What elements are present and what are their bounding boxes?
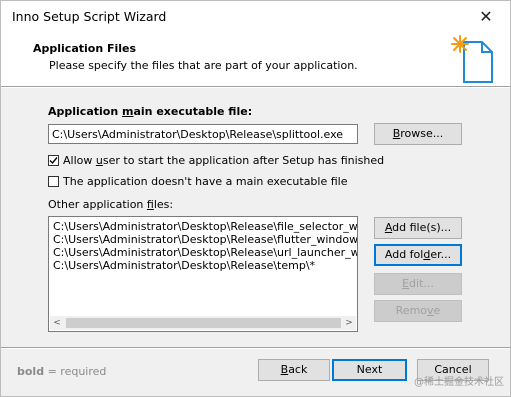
no-main-exe-label: The application doesn't have a main exec…	[63, 175, 348, 188]
horizontal-scrollbar[interactable]: < >	[50, 316, 356, 330]
allow-user-start-checkbox[interactable]	[48, 155, 59, 166]
other-files-label: Other application files:	[48, 198, 174, 211]
no-main-exe-checkbox[interactable]	[48, 176, 59, 187]
no-main-exe-option[interactable]: The application doesn't have a main exec…	[48, 175, 348, 188]
edit-button[interactable]: Edit...	[374, 273, 462, 295]
window-title: Inno Setup Script Wizard	[12, 9, 167, 24]
next-button[interactable]: Next	[332, 359, 407, 381]
required-note: bold = required	[17, 365, 107, 378]
scroll-left-icon[interactable]: <	[50, 316, 64, 330]
check-icon	[49, 157, 58, 165]
add-files-button[interactable]: Add file(s)...	[374, 217, 462, 239]
remove-button[interactable]: Remove	[374, 300, 462, 322]
page-title: Application Files	[33, 42, 137, 55]
browse-button[interactable]: Browse...	[374, 123, 462, 145]
wizard-window: Inno Setup Script Wizard ✕ Application F…	[0, 0, 511, 397]
wizard-document-icon	[448, 34, 496, 84]
add-folder-button[interactable]: Add folder...	[374, 244, 462, 266]
header-divider	[1, 86, 510, 88]
close-icon: ✕	[479, 7, 493, 26]
main-exe-input[interactable]: C:\Users\Administrator\Desktop\Release\s…	[48, 124, 358, 144]
list-item[interactable]: C:\Users\Administrator\Desktop\Release\f…	[53, 233, 357, 246]
watermark: @稀土掘金技术社区	[414, 377, 504, 388]
close-button[interactable]: ✕	[464, 1, 508, 32]
page-description: Please specify the files that are part o…	[49, 59, 358, 72]
back-button[interactable]: Back	[258, 359, 330, 381]
main-exe-label: Application main executable file:	[48, 105, 253, 118]
list-item[interactable]: C:\Users\Administrator\Desktop\Release\u…	[53, 246, 357, 259]
other-files-list[interactable]: C:\Users\Administrator\Desktop\Release\f…	[48, 216, 358, 332]
scroll-right-icon[interactable]: >	[342, 316, 356, 330]
list-item[interactable]: C:\Users\Administrator\Desktop\Release\t…	[53, 259, 315, 272]
scrollbar-thumb[interactable]	[66, 318, 341, 328]
footer-divider	[1, 347, 510, 349]
title-bar: Inno Setup Script Wizard ✕	[1, 1, 510, 32]
allow-user-start-label: Allow user to start the application afte…	[63, 154, 385, 167]
allow-user-start-option[interactable]: Allow user to start the application afte…	[48, 154, 384, 167]
wizard-header: Application Files Please specify the fil…	[1, 32, 510, 86]
list-item[interactable]: C:\Users\Administrator\Desktop\Release\f…	[53, 220, 357, 233]
